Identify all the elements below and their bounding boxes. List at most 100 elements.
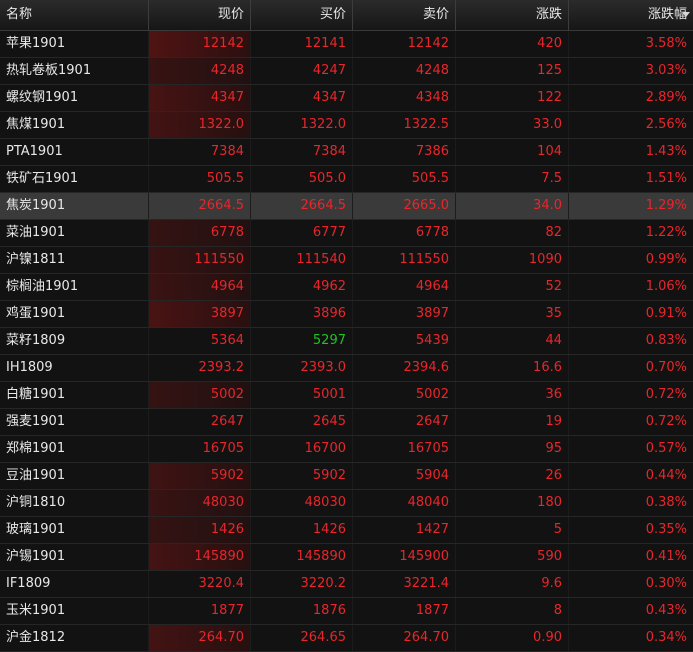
- cell-pct: 0.83%: [645, 333, 687, 348]
- table-row[interactable]: 玉米1901 1877 1876 1877 8 0.43%: [0, 598, 693, 625]
- table-row[interactable]: 鸡蛋1901 3897 3896 3897 35 0.91%: [0, 301, 693, 328]
- cell-ask: 5904: [353, 463, 456, 489]
- cell-bid: 3896: [251, 301, 353, 327]
- cell-pct: 0.72%: [645, 414, 687, 429]
- cell-bid: 5001: [251, 382, 353, 408]
- table-row[interactable]: 沪锡1901 145890 145890 145900 590 0.41%: [0, 544, 693, 571]
- cell-last: 4248: [149, 58, 251, 84]
- cell-name: 沪锡1901: [0, 544, 149, 570]
- table-row[interactable]: 螺纹钢1901 4347 4347 4348 122 2.89%: [0, 85, 693, 112]
- cell-ask: 2665.0: [353, 193, 456, 219]
- cell-name: IF1809: [0, 571, 149, 597]
- table-row[interactable]: 豆油1901 5902 5902 5904 26 0.44%: [0, 463, 693, 490]
- cell-name: PTA1901: [0, 139, 149, 165]
- header-column-bid[interactable]: 买价: [251, 0, 353, 30]
- cell-last: 6778: [149, 220, 251, 246]
- cell-chg: 33.0: [456, 112, 569, 138]
- cell-pct: 2.89%: [645, 90, 687, 105]
- cell-last: 3220.4: [149, 571, 251, 597]
- table-row[interactable]: 铁矿石1901 505.5 505.0 505.5 7.5 1.51%: [0, 166, 693, 193]
- quote-table: 名称 现价 买价 卖价 涨跌 涨跌幅 苹果1901 12142 12141 12142 420 3.…: [0, 0, 693, 652]
- cell-pct: 2.56%: [645, 117, 687, 132]
- cell-bid: 145890: [251, 544, 353, 570]
- cell-bid: 6777: [251, 220, 353, 246]
- cell-last: 111550: [149, 247, 251, 273]
- cell-name: 强麦1901: [0, 409, 149, 435]
- cell-bid: 48030: [251, 490, 353, 516]
- table-body: 苹果1901 12142 12141 12142 420 3.58% 热轧卷板1901 424…: [0, 31, 693, 652]
- header-column-last-price[interactable]: 现价: [149, 0, 251, 30]
- cell-last: 5902: [149, 463, 251, 489]
- table-row[interactable]: 玻璃1901 1426 1426 1427 5 0.35%: [0, 517, 693, 544]
- cell-chg: 104: [456, 139, 569, 165]
- cell-ask: 264.70: [353, 625, 456, 651]
- cell-ask: 3897: [353, 301, 456, 327]
- cell-ask: 4348: [353, 85, 456, 111]
- cell-last: 16705: [149, 436, 251, 462]
- cell-last: 2664.5: [149, 193, 251, 219]
- cell-ask: 5439: [353, 328, 456, 354]
- header-column-change-pct[interactable]: 涨跌幅: [569, 0, 693, 30]
- table-row[interactable]: 苹果1901 12142 12141 12142 420 3.58%: [0, 31, 693, 58]
- cell-last: 2393.2: [149, 355, 251, 381]
- cell-ask: 145900: [353, 544, 456, 570]
- table-row[interactable]: 强麦1901 2647 2645 2647 19 0.72%: [0, 409, 693, 436]
- cell-pct: 0.35%: [645, 522, 687, 537]
- table-row[interactable]: 棕榈油1901 4964 4962 4964 52 1.06%: [0, 274, 693, 301]
- cell-chg: 180: [456, 490, 569, 516]
- table-row[interactable]: PTA1901 7384 7384 7386 104 1.43%: [0, 139, 693, 166]
- cell-name: 豆油1901: [0, 463, 149, 489]
- cell-bid: 7384: [251, 139, 353, 165]
- table-row[interactable]: 菜油1901 6778 6777 6778 82 1.22%: [0, 220, 693, 247]
- cell-chg: 590: [456, 544, 569, 570]
- cell-name: 郑棉1901: [0, 436, 149, 462]
- cell-chg: 9.6: [456, 571, 569, 597]
- header-column-name[interactable]: 名称: [0, 0, 149, 30]
- cell-pct: 0.41%: [645, 549, 687, 564]
- table-row[interactable]: 菜籽1809 5364 5297 5439 44 0.83%: [0, 328, 693, 355]
- cell-last: 4964: [149, 274, 251, 300]
- cell-chg: 19: [456, 409, 569, 435]
- table-row[interactable]: 白糖1901 5002 5001 5002 36 0.72%: [0, 382, 693, 409]
- table-row[interactable]: 郑棉1901 16705 16700 16705 95 0.57%: [0, 436, 693, 463]
- table-row[interactable]: 沪金1812 264.70 264.65 264.70 0.90 0.34%: [0, 625, 693, 652]
- cell-last: 3897: [149, 301, 251, 327]
- cell-pct: 1.51%: [645, 171, 687, 186]
- header-column-ask[interactable]: 卖价: [353, 0, 456, 30]
- cell-ask: 5002: [353, 382, 456, 408]
- cell-chg: 7.5: [456, 166, 569, 192]
- cell-pct: 0.43%: [645, 603, 687, 618]
- cell-last: 12142: [149, 31, 251, 57]
- cell-bid: 3220.2: [251, 571, 353, 597]
- cell-name: 焦煤1901: [0, 112, 149, 138]
- cell-pct: 0.72%: [645, 387, 687, 402]
- cell-name: 棕榈油1901: [0, 274, 149, 300]
- table-row[interactable]: 沪铜1810 48030 48030 48040 180 0.38%: [0, 490, 693, 517]
- cell-last: 1877: [149, 598, 251, 624]
- cell-chg: 122: [456, 85, 569, 111]
- header-column-change[interactable]: 涨跌: [456, 0, 569, 30]
- cell-ask: 4964: [353, 274, 456, 300]
- cell-name: 沪铜1810: [0, 490, 149, 516]
- cell-chg: 35: [456, 301, 569, 327]
- cell-pct: 1.22%: [645, 225, 687, 240]
- cell-pct: 0.44%: [645, 468, 687, 483]
- table-row[interactable]: IF1809 3220.4 3220.2 3221.4 9.6 0.30%: [0, 571, 693, 598]
- cell-bid: 5902: [251, 463, 353, 489]
- cell-last: 145890: [149, 544, 251, 570]
- table-row[interactable]: 热轧卷板1901 4248 4247 4248 125 3.03%: [0, 58, 693, 85]
- cell-name: 螺纹钢1901: [0, 85, 149, 111]
- cell-ask: 2647: [353, 409, 456, 435]
- cell-pct: 0.70%: [645, 360, 687, 375]
- cell-name: 苹果1901: [0, 31, 149, 57]
- cell-chg: 44: [456, 328, 569, 354]
- table-row[interactable]: 沪镍1811 111550 111540 111550 1090 0.99%: [0, 247, 693, 274]
- cell-bid: 264.65: [251, 625, 353, 651]
- table-row[interactable]: 焦煤1901 1322.0 1322.0 1322.5 33.0 2.56%: [0, 112, 693, 139]
- table-row[interactable]: IH1809 2393.2 2393.0 2394.6 16.6 0.70%: [0, 355, 693, 382]
- cell-ask: 6778: [353, 220, 456, 246]
- cell-chg: 125: [456, 58, 569, 84]
- cell-pct: 0.91%: [645, 306, 687, 321]
- table-row[interactable]: 焦炭1901 2664.5 2664.5 2665.0 34.0 1.29%: [0, 193, 693, 220]
- cell-chg: 52: [456, 274, 569, 300]
